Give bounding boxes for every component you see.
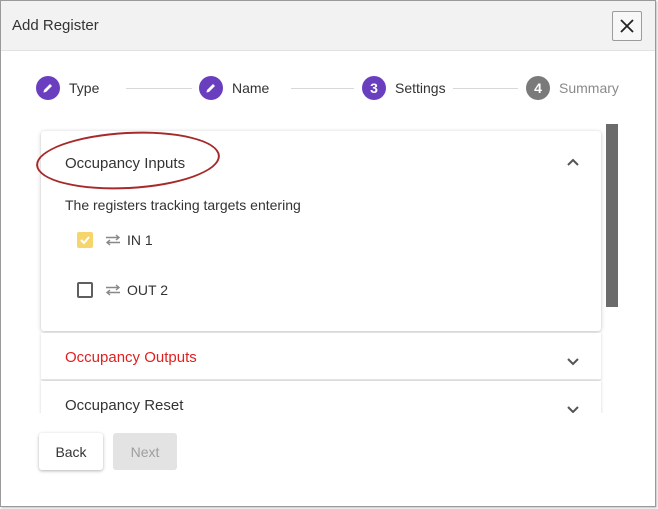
checkmark-icon xyxy=(80,236,90,245)
checkbox-unchecked[interactable] xyxy=(77,282,93,298)
step-label: Summary xyxy=(559,80,619,96)
pencil-icon xyxy=(36,76,60,100)
stepper-connector xyxy=(126,88,192,89)
occupancy-outputs-panel[interactable]: Occupancy Outputs xyxy=(41,333,601,380)
pencil-icon xyxy=(199,76,223,100)
step-label: Type xyxy=(69,80,100,96)
option-in-1[interactable]: IN 1 xyxy=(77,230,153,250)
add-register-dialog: Add Register Type Name 3 Settings 4 Summ… xyxy=(0,0,656,507)
panel-title: Occupancy Outputs xyxy=(65,349,197,366)
occupancy-reset-panel[interactable]: Occupancy Reset xyxy=(41,381,601,413)
back-button[interactable]: Back xyxy=(39,433,103,470)
step-label: Name xyxy=(232,80,270,96)
scrollbar-thumb[interactable] xyxy=(606,124,618,307)
close-button[interactable] xyxy=(612,11,642,41)
step-type[interactable]: Type xyxy=(36,75,99,101)
dialog-title: Add Register xyxy=(12,17,99,34)
checkbox-checked[interactable] xyxy=(77,232,93,248)
panel-description: The registers tracking targets entering xyxy=(65,197,301,213)
next-button[interactable]: Next xyxy=(113,433,177,470)
option-label: IN 1 xyxy=(127,232,153,248)
stepper-connector xyxy=(291,88,354,89)
swap-arrows-icon xyxy=(105,234,121,246)
chevron-up-icon[interactable] xyxy=(565,155,581,171)
step-number: 3 xyxy=(362,76,386,100)
option-out-2[interactable]: OUT 2 xyxy=(77,280,168,300)
panel-list-scroll-area: Occupancy Outputs Occupancy Reset xyxy=(1,331,655,413)
panel-title: Occupancy Reset xyxy=(65,397,184,413)
step-number: 4 xyxy=(526,76,550,100)
step-label: Settings xyxy=(395,80,446,96)
chevron-down-icon[interactable] xyxy=(565,353,581,369)
dialog-header: Add Register xyxy=(1,1,655,51)
step-summary[interactable]: 4 Summary xyxy=(526,75,619,101)
close-icon xyxy=(620,19,634,33)
chevron-down-icon[interactable] xyxy=(565,401,581,413)
stepper-connector xyxy=(453,88,518,89)
step-settings[interactable]: 3 Settings xyxy=(362,75,446,101)
step-name[interactable]: Name xyxy=(199,75,269,101)
option-label: OUT 2 xyxy=(127,282,168,298)
swap-arrows-icon xyxy=(105,284,121,296)
